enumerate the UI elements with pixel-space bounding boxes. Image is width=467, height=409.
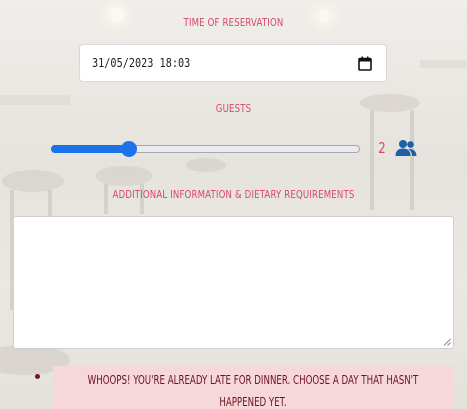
error-list-bullet xyxy=(35,374,40,379)
datetime-value: 31/05/2023 18:03 xyxy=(92,56,191,70)
slider-fill xyxy=(51,145,130,153)
reservation-datetime-input[interactable]: 31/05/2023 18:03 xyxy=(79,44,387,82)
additional-info-label: Additional Information & Dietary Require… xyxy=(112,188,355,201)
guests-slider[interactable] xyxy=(51,141,360,157)
additional-info-textarea[interactable] xyxy=(13,216,454,349)
error-message: Whoops! You're already late for dinner. … xyxy=(87,373,419,409)
guests-label: Guests xyxy=(215,102,252,115)
time-of-reservation-label: Time of Reservation xyxy=(183,16,284,29)
slider-thumb[interactable] xyxy=(121,141,138,157)
error-alert: Whoops! You're already late for dinner. … xyxy=(53,366,454,409)
users-icon xyxy=(395,140,417,156)
guests-count: 2 xyxy=(378,139,386,157)
calendar-icon[interactable] xyxy=(358,56,372,71)
resize-grip-icon[interactable] xyxy=(443,338,451,346)
